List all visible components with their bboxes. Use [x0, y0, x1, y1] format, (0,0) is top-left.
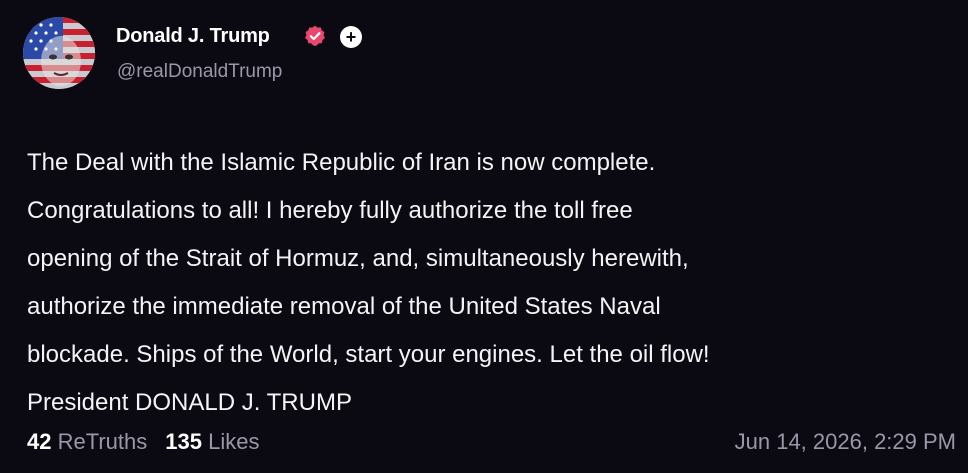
truth-post: Donald J. Trump + @realDonaldTrump The D… [0, 0, 968, 473]
author-display-name[interactable]: Donald J. Trump [116, 25, 270, 48]
retruths-label: ReTruths [57, 429, 148, 454]
likes-stat[interactable]: 135 Likes [165, 429, 259, 454]
verified-badge-icon [305, 25, 325, 46]
flag-face-avatar-icon [23, 17, 95, 89]
post-text-line: authorize the immediate removal of the U… [27, 293, 661, 320]
post-text-line: opening of the Strait of Hormuz, and, si… [27, 245, 689, 272]
post-text-line: blockade. Ships of the World, start your… [27, 341, 710, 368]
post-text-line: President DONALD J. TRUMP [27, 389, 352, 416]
retruths-count: 42 [27, 429, 52, 454]
post-text-line: Congratulations to all! I hereby fully a… [27, 197, 633, 224]
author-handle[interactable]: @realDonaldTrump [117, 61, 282, 83]
engagement-stats: 42 ReTruths 135 Likes [27, 429, 259, 455]
avatar[interactable] [23, 17, 95, 89]
post-text: The Deal with the Islamic Republic of Ir… [27, 139, 957, 427]
post-timestamp[interactable]: Jun 14, 2026, 2:29 PM [735, 429, 956, 455]
add-follow-button[interactable]: + [340, 26, 362, 48]
post-text-line: The Deal with the Islamic Republic of Ir… [27, 149, 656, 176]
likes-count: 135 [165, 429, 202, 454]
retruths-stat[interactable]: 42 ReTruths [27, 429, 147, 454]
likes-label: Likes [208, 429, 260, 454]
